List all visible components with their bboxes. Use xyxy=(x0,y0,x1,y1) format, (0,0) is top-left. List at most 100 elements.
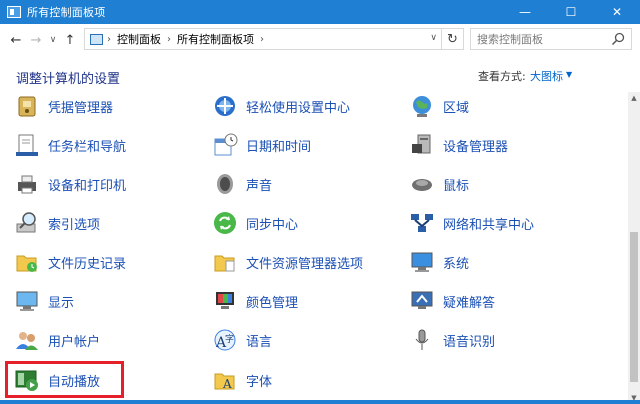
item-user-accounts[interactable]: 用户帐户 xyxy=(14,322,200,358)
region-icon xyxy=(413,96,431,117)
item-label: 网络和共享中心 xyxy=(443,217,535,233)
svg-text:A: A xyxy=(222,377,232,391)
indexing-icon xyxy=(16,212,36,233)
chevron-down-icon[interactable]: ▼ xyxy=(566,70,572,79)
item-label: 索引选项 xyxy=(48,217,101,233)
item-region[interactable]: 区域 xyxy=(409,92,609,124)
item-label: 同步中心 xyxy=(246,217,299,233)
scroll-up-icon[interactable]: ▲ xyxy=(628,92,640,104)
item-label: 系统 xyxy=(443,256,470,272)
view-by-dropdown[interactable]: 大图标 xyxy=(530,68,563,84)
search-input[interactable] xyxy=(477,30,613,48)
ease-of-access-icon xyxy=(215,96,235,116)
speaker-icon xyxy=(217,174,233,194)
item-label: 疑难解答 xyxy=(443,295,496,311)
date-time-icon xyxy=(214,133,238,156)
breadcrumb-separator: › xyxy=(107,33,111,45)
file-history-icon xyxy=(16,255,37,272)
taskbar-icon xyxy=(16,134,38,156)
language-icon: A 字 xyxy=(214,329,236,351)
item-label: 轻松使用设置中心 xyxy=(246,100,351,116)
troubleshooting-icon xyxy=(411,291,433,309)
item-credential-manager[interactable]: 凭据管理器 xyxy=(14,92,200,124)
color-management-icon xyxy=(216,292,234,309)
item-label: 任务栏和导航 xyxy=(48,139,127,155)
item-indexing[interactable]: 索引选项 xyxy=(14,205,200,241)
page-title: 调整计算机的设置 xyxy=(16,72,121,87)
content-header: 调整计算机的设置 查看方式: 大图标 ▼ xyxy=(0,56,640,92)
window-controls: — ☐ ✕ xyxy=(502,0,640,24)
credential-manager-icon xyxy=(18,96,36,117)
network-icon xyxy=(411,214,433,232)
control-panel-icon xyxy=(7,6,21,18)
search-box[interactable] xyxy=(470,28,632,50)
item-label: 设备管理器 xyxy=(443,139,509,155)
item-label: 用户帐户 xyxy=(48,334,101,350)
forward-button[interactable]: → xyxy=(26,28,46,52)
navigation-bar: ← → ∨ ↑ › 控制面板 › 所有控制面板项 › ∨ ↻ xyxy=(0,24,640,56)
item-ease-of-access[interactable]: 轻松使用设置中心 xyxy=(212,92,398,124)
autoplay-highlight-box xyxy=(5,361,124,398)
minimize-button[interactable]: — xyxy=(502,0,548,24)
view-by-label: 查看方式: xyxy=(478,70,526,83)
item-color-management[interactable]: 颜色管理 xyxy=(212,283,398,319)
item-label: 文件历史记录 xyxy=(48,256,127,272)
item-device-manager[interactable]: 设备管理器 xyxy=(409,127,609,163)
item-label: 语音识别 xyxy=(443,334,496,350)
folder-options-icon xyxy=(214,255,235,272)
item-label: 声音 xyxy=(246,178,273,194)
item-devices-printers[interactable]: 设备和打印机 xyxy=(14,166,200,202)
item-label: 凭据管理器 xyxy=(48,100,114,116)
device-manager-icon xyxy=(412,134,431,154)
control-panel-icon xyxy=(90,33,103,45)
item-mouse[interactable]: 鼠标 xyxy=(409,166,609,202)
user-accounts-icon xyxy=(16,332,38,350)
item-display[interactable]: 显示 xyxy=(14,283,200,319)
item-speech-recognition[interactable]: 语音识别 xyxy=(409,322,609,358)
back-button[interactable]: ← xyxy=(6,28,26,52)
item-sound[interactable]: 声音 xyxy=(212,166,398,202)
window-border xyxy=(0,400,640,404)
item-label: 日期和时间 xyxy=(246,139,312,155)
item-date-time[interactable]: 日期和时间 xyxy=(212,127,398,163)
item-language[interactable]: A 字 语言 xyxy=(212,322,398,358)
item-label: 字体 xyxy=(246,374,273,390)
title-bar: 所有控制面板项 — ☐ ✕ xyxy=(0,0,640,24)
mouse-icon xyxy=(412,179,432,191)
system-icon xyxy=(411,252,433,272)
item-label: 语言 xyxy=(246,334,273,350)
item-label: 颜色管理 xyxy=(246,295,299,311)
up-button[interactable]: ↑ xyxy=(60,28,80,52)
breadcrumb-separator[interactable]: › xyxy=(260,34,264,45)
recent-locations-button[interactable]: ∨ xyxy=(46,28,60,52)
item-sync-center[interactable]: 同步中心 xyxy=(212,205,398,241)
item-network-sharing[interactable]: 网络和共享中心 xyxy=(409,205,609,241)
item-label: 文件资源管理器选项 xyxy=(246,256,364,272)
item-system[interactable]: 系统 xyxy=(409,244,609,280)
window-title: 所有控制面板项 xyxy=(27,6,106,19)
svg-text:字: 字 xyxy=(225,333,234,345)
sync-icon xyxy=(214,212,236,234)
refresh-button[interactable]: ↻ xyxy=(441,29,463,49)
close-button[interactable]: ✕ xyxy=(594,0,640,24)
item-explorer-options[interactable]: 文件资源管理器选项 xyxy=(212,244,398,280)
item-label: 鼠标 xyxy=(443,178,470,194)
vertical-scrollbar[interactable]: ▲ ▼ xyxy=(628,92,640,404)
breadcrumb-separator[interactable]: › xyxy=(167,34,171,45)
address-bar[interactable]: › 控制面板 › 所有控制面板项 › ∨ ↻ xyxy=(84,28,464,50)
address-dropdown-icon[interactable]: ∨ xyxy=(430,33,437,43)
item-file-history[interactable]: 文件历史记录 xyxy=(14,244,200,280)
item-label: 区域 xyxy=(443,100,470,116)
microphone-icon xyxy=(415,329,429,350)
item-fonts[interactable]: A 字体 xyxy=(212,362,398,398)
item-label: 设备和打印机 xyxy=(48,178,127,194)
maximize-button[interactable]: ☐ xyxy=(548,0,594,24)
item-taskbar[interactable]: 任务栏和导航 xyxy=(14,127,200,163)
breadcrumb-all-items[interactable]: 所有控制面板项 xyxy=(177,31,254,47)
search-icon[interactable] xyxy=(611,32,625,46)
breadcrumb-control-panel[interactable]: 控制面板 xyxy=(117,31,161,47)
item-troubleshooting[interactable]: 疑难解答 xyxy=(409,283,609,319)
control-panel-items: 凭据管理器 轻松使用设置中心 区域 任务栏和导航 日期和时间 设备管理器 设备和… xyxy=(0,92,628,404)
scrollbar-thumb[interactable] xyxy=(630,232,638,382)
fonts-icon: A xyxy=(214,373,235,391)
